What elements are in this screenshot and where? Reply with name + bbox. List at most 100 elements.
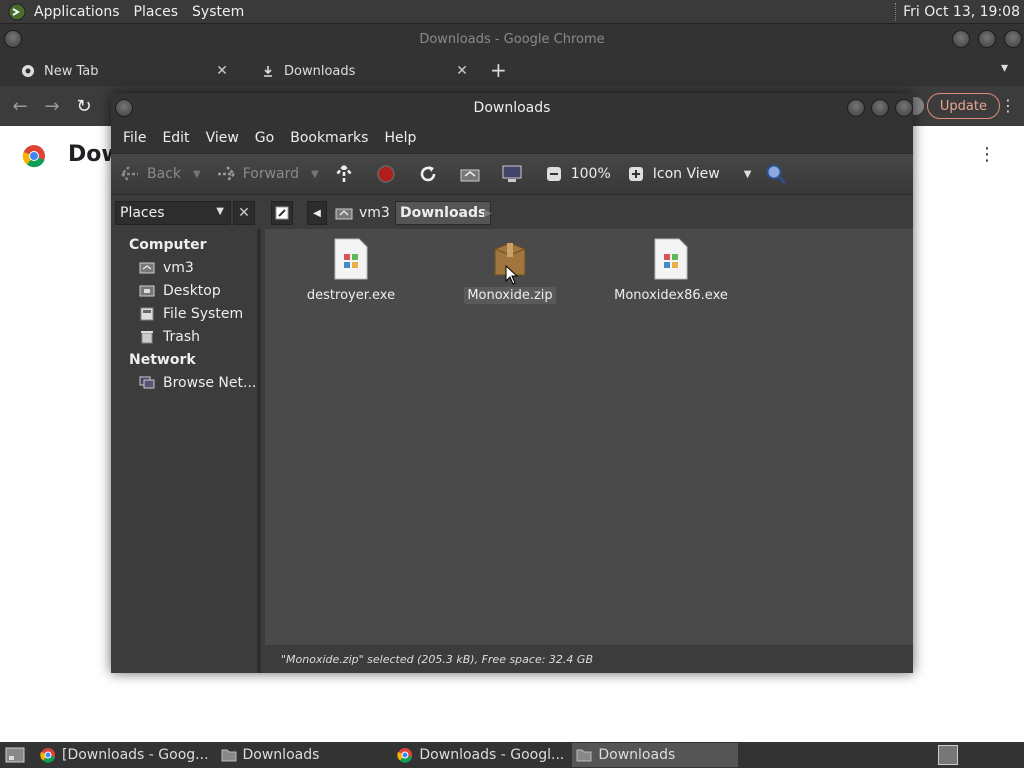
tab-label: New Tab <box>44 63 99 79</box>
search-icon <box>765 163 787 185</box>
breadcrumb-scroll-right[interactable]: ▶ <box>481 201 495 225</box>
window-menu-button[interactable] <box>4 30 22 48</box>
forward-arrow-icon <box>215 163 237 185</box>
taskbar-item-downloads-1[interactable]: Downloads <box>217 743 324 767</box>
taskbar-item-downloads-2[interactable]: Downloads <box>572 743 739 767</box>
chevron-down-icon[interactable]: ▼ <box>744 169 752 180</box>
home-folder-icon <box>459 163 481 185</box>
dropdown-arrow-icon[interactable]: ▼ <box>193 169 201 180</box>
file-icon-view[interactable]: destroyer.exe Monoxide.zip Monoxidex86.e… <box>265 229 913 645</box>
pencil-icon <box>275 206 289 220</box>
places-menu[interactable]: Places <box>134 4 179 20</box>
file-name: Monoxidex86.exe <box>614 288 728 303</box>
back-button[interactable]: Back ▼ <box>119 163 201 185</box>
panel-separator <box>895 2 897 21</box>
up-arrow-icon <box>333 163 355 185</box>
computer-button[interactable] <box>501 163 529 185</box>
forward-button[interactable]: Forward ▼ <box>215 163 319 185</box>
close-button[interactable] <box>1004 30 1022 48</box>
search-button[interactable] <box>765 163 793 185</box>
taskbar-item-chrome-2[interactable]: Downloads - Googl... <box>393 743 568 767</box>
minimize-button[interactable] <box>847 99 865 117</box>
zoom-out-icon <box>543 163 565 185</box>
breadcrumb-downloads[interactable]: Downloads <box>395 201 492 225</box>
file-name: destroyer.exe <box>306 288 396 303</box>
status-bar: "Monoxide.zip" selected (205.3 kB), Free… <box>265 645 913 673</box>
system-menu[interactable]: System <box>192 4 244 20</box>
zoom-level: 100% <box>570 166 611 182</box>
tab-search-icon[interactable]: ▾ <box>1001 60 1008 76</box>
new-tab-button[interactable]: + <box>490 58 507 82</box>
reload-button[interactable] <box>417 163 445 185</box>
maximize-button[interactable] <box>871 99 889 117</box>
breadcrumb-label: Downloads <box>400 205 487 221</box>
workspace-switcher[interactable] <box>938 745 958 765</box>
reload-icon[interactable]: ↻ <box>72 94 96 118</box>
menu-go[interactable]: Go <box>255 130 274 146</box>
file-item-destroyer[interactable]: destroyer.exe <box>291 237 411 304</box>
close-button[interactable] <box>895 99 913 117</box>
sidebar-item-browse-network[interactable]: Browse Net... <box>111 371 257 394</box>
chrome-icon <box>20 63 36 79</box>
breadcrumb-vm3[interactable]: vm3 <box>331 201 394 225</box>
page-menu-icon[interactable]: ⋮ <box>978 144 996 165</box>
executable-file-icon <box>331 237 371 281</box>
close-sidebar-icon[interactable]: ✕ <box>233 201 255 225</box>
menu-edit[interactable]: Edit <box>162 130 189 146</box>
menu-file[interactable]: File <box>123 130 146 146</box>
menu-bookmarks[interactable]: Bookmarks <box>290 130 368 146</box>
reload-icon <box>417 163 439 185</box>
back-arrow-icon <box>119 163 141 185</box>
dropdown-arrow-icon[interactable]: ▼ <box>311 169 319 180</box>
stop-button[interactable] <box>375 163 403 185</box>
sidebar-item-desktop[interactable]: Desktop <box>111 279 257 302</box>
distro-logo-icon[interactable] <box>6 1 28 23</box>
tab-new-tab[interactable]: New Tab ✕ <box>0 56 240 86</box>
show-desktop-icon[interactable] <box>4 745 26 765</box>
sidebar-item-file-system[interactable]: File System <box>111 302 257 325</box>
sidebar-item-label: File System <box>163 305 244 322</box>
applications-menu[interactable]: Applications <box>34 4 120 20</box>
network-icon <box>139 375 155 391</box>
sidebar-item-label: vm3 <box>163 259 194 276</box>
sidebar-item-label: Desktop <box>163 282 221 299</box>
sidebar-item-label: Trash <box>163 328 200 345</box>
close-tab-icon[interactable]: ✕ <box>214 63 230 79</box>
clock[interactable]: Fri Oct 13, 19:08 <box>903 4 1020 20</box>
menu-view[interactable]: View <box>206 130 239 146</box>
minimize-button[interactable] <box>952 30 970 48</box>
forward-arrow-icon[interactable]: → <box>40 94 64 118</box>
menu-help[interactable]: Help <box>384 130 416 146</box>
close-tab-icon[interactable]: ✕ <box>454 63 470 79</box>
drive-icon <box>139 306 155 322</box>
zoom-out-button[interactable]: 100% <box>543 163 611 185</box>
back-arrow-icon[interactable]: ← <box>8 94 32 118</box>
chevron-down-icon: ▼ <box>216 206 224 217</box>
file-name: Monoxide.zip <box>464 287 556 304</box>
up-button[interactable] <box>333 163 361 185</box>
breadcrumb-scroll-left[interactable]: ◀ <box>307 201 327 225</box>
trash-icon <box>139 329 155 345</box>
sidebar-header-computer: Computer <box>129 236 207 253</box>
view-mode-select[interactable]: Icon View <box>653 166 720 182</box>
fm-titlebar[interactable]: Downloads <box>111 93 913 123</box>
sidebar-item-label: Browse Net... <box>163 374 257 391</box>
chrome-menu-icon[interactable]: ⋮ <box>1000 96 1016 115</box>
tab-strip: New Tab ✕ Downloads ✕ + ▾ <box>0 54 1024 86</box>
chrome-titlebar[interactable]: Downloads - Google Chrome <box>0 24 1024 54</box>
window-menu-button[interactable] <box>115 99 133 117</box>
taskbar-item-chrome-1[interactable]: [Downloads - Goog... <box>36 743 213 767</box>
tab-downloads[interactable]: Downloads ✕ <box>240 56 480 86</box>
executable-file-icon <box>651 237 691 281</box>
maximize-button[interactable] <box>978 30 996 48</box>
update-button[interactable]: Update <box>926 93 1000 119</box>
edit-location-button[interactable] <box>271 201 293 225</box>
file-item-monoxidex86[interactable]: Monoxidex86.exe <box>611 237 731 304</box>
zoom-in-button[interactable]: Icon View ▼ <box>625 163 752 185</box>
home-button[interactable] <box>459 163 487 185</box>
sidebar-item-trash[interactable]: Trash <box>111 325 257 348</box>
home-folder-icon <box>139 260 155 276</box>
sidebar-type-select[interactable]: Places ▼ <box>115 201 231 225</box>
sidebar-item-vm3[interactable]: vm3 <box>111 256 257 279</box>
desktop-folder-icon <box>139 283 155 299</box>
